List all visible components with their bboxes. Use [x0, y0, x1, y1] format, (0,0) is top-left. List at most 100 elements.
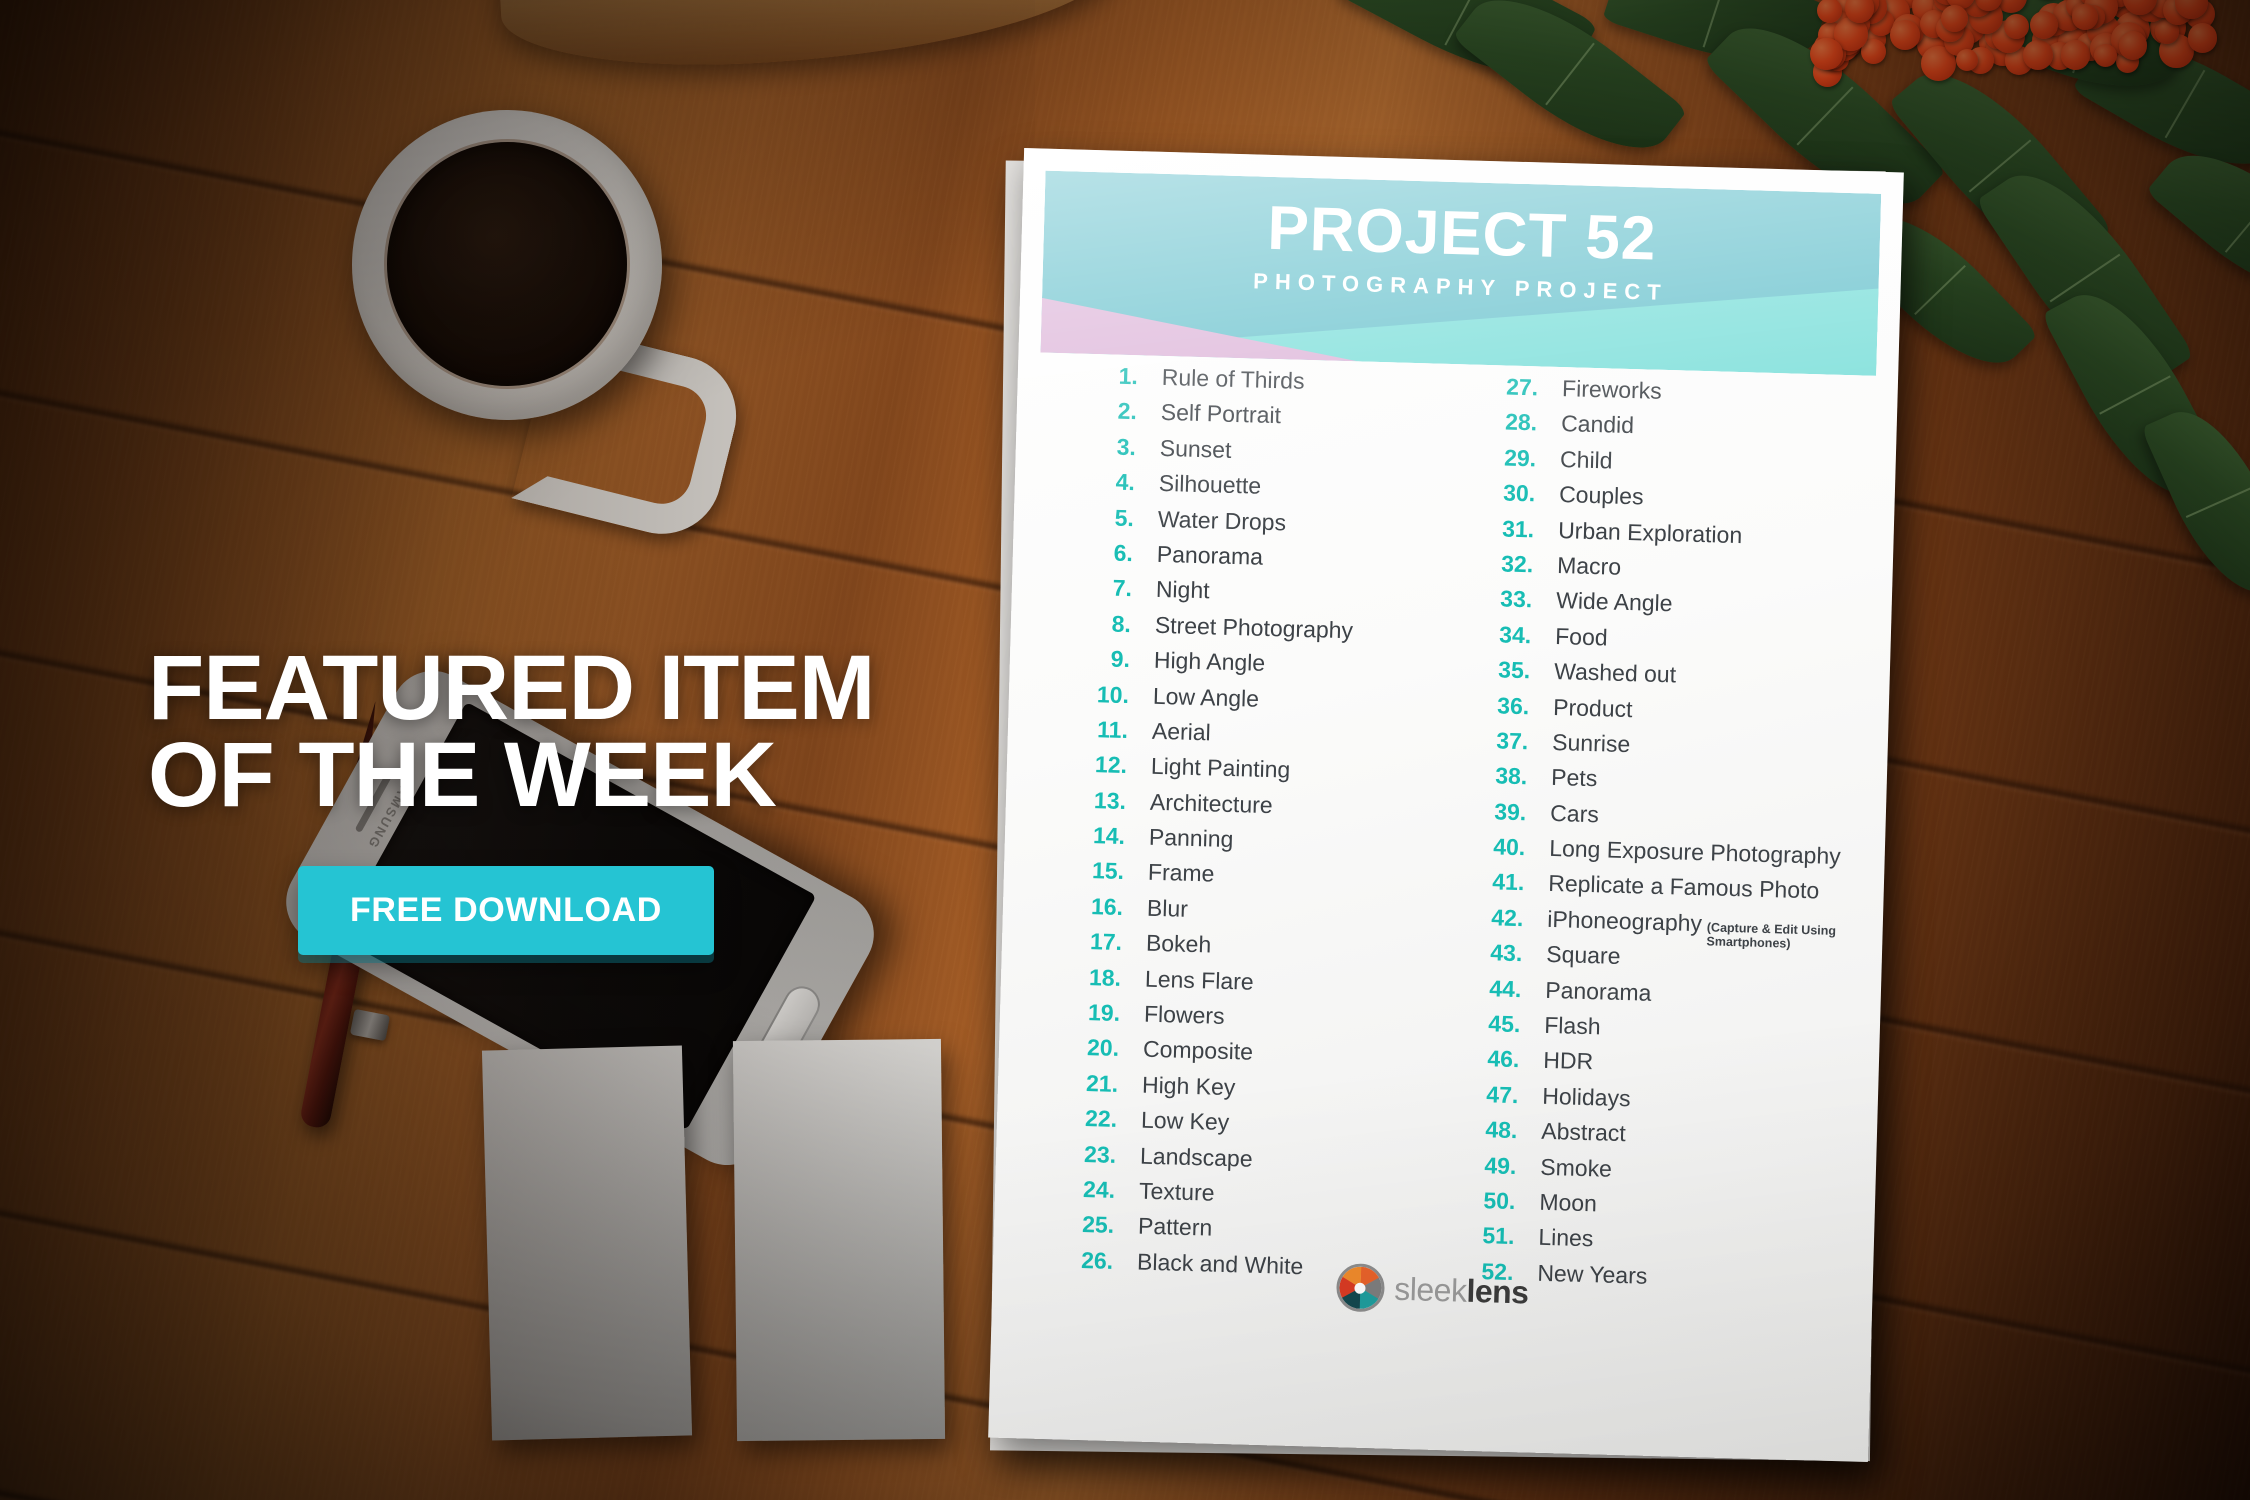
- checklist-label: Texture: [1139, 1178, 1215, 1207]
- checklist-number: 15.: [1062, 857, 1149, 886]
- business-card-right: [733, 1039, 945, 1441]
- checklist-number: 39.: [1464, 797, 1551, 826]
- checklist-label: Lines: [1538, 1224, 1594, 1253]
- checklist-label: Bokeh: [1146, 930, 1212, 959]
- checklist-number: 46.: [1457, 1045, 1544, 1074]
- checklist-number: 35.: [1468, 656, 1555, 685]
- checklist-label: Pattern: [1138, 1213, 1213, 1242]
- berry: [2061, 40, 2090, 69]
- checklist-label: Panorama: [1545, 976, 1652, 1006]
- checklist-label: Candid: [1561, 410, 1635, 439]
- checklist-number: 24.: [1053, 1175, 1140, 1204]
- checklist-number: 7.: [1070, 574, 1157, 603]
- logo-text-sleek: sleek: [1394, 1270, 1467, 1308]
- checklist-label: Panning: [1149, 824, 1234, 853]
- checklist-label: Aerial: [1152, 718, 1212, 747]
- checklist-label: Cars: [1550, 800, 1599, 828]
- checklist-number: 3.: [1074, 432, 1161, 461]
- checklist-label: Rule of Thirds: [1161, 364, 1304, 395]
- checklist-number: 23.: [1054, 1140, 1141, 1169]
- checklist-number: 31.: [1472, 514, 1559, 543]
- checklist-number: 50.: [1453, 1186, 1540, 1215]
- checklist-label: Flash: [1544, 1012, 1601, 1041]
- checklist-number: 44.: [1459, 974, 1546, 1003]
- checklist-number: 21.: [1056, 1069, 1143, 1098]
- checklist-number: 43.: [1460, 939, 1547, 968]
- checklist-number: 47.: [1456, 1080, 1543, 1109]
- checklist-label: Sunset: [1159, 435, 1231, 464]
- project-52-printable: PROJECT 52 PHOTOGRAPHY PROJECT 1. Rule of…: [988, 148, 1904, 1462]
- headline-line-1: FEATURED ITEM: [148, 645, 874, 732]
- berry: [2188, 23, 2218, 53]
- checklist-area: 1. Rule of Thirds 2. Self Portrait 3. Sunset 4…: [993, 360, 1898, 1304]
- checklist-label: HDR: [1543, 1047, 1594, 1075]
- checklist-number: 42.: [1461, 903, 1548, 932]
- berry: [1941, 5, 1968, 32]
- checklist-label: Abstract: [1541, 1118, 1626, 1147]
- checklist-label: Street Photography: [1155, 612, 1354, 645]
- checklist-number: 6.: [1071, 538, 1158, 567]
- checklist-label: Holidays: [1542, 1083, 1631, 1112]
- checklist-number: 40.: [1463, 833, 1550, 862]
- checklist-label: Square: [1546, 941, 1621, 970]
- berry: [2094, 44, 2118, 68]
- checklist-number: 49.: [1454, 1151, 1541, 1180]
- checklist-label: Water Drops: [1157, 505, 1286, 536]
- checklist-label: Architecture: [1150, 788, 1273, 818]
- checklist-label: Smoke: [1540, 1153, 1612, 1182]
- berry: [1890, 20, 1920, 50]
- coffee-liquid: [387, 142, 627, 386]
- berry: [1810, 38, 1843, 71]
- logo-wordmark: sleeklens: [1394, 1270, 1529, 1311]
- coffee-mug: [352, 110, 662, 420]
- checklist-number: 9.: [1068, 645, 1155, 674]
- sheet-header-banner: PROJECT 52 PHOTOGRAPHY PROJECT: [1040, 171, 1881, 376]
- checklist-label: Fireworks: [1562, 375, 1662, 405]
- checklist-label: Macro: [1557, 552, 1622, 581]
- promo-banner-image: SAMSUNG FEATURED ITEM OF THE WEEK FREE D…: [0, 0, 2250, 1500]
- promo-text-block: FEATURED ITEM OF THE WEEK FREE DOWNLOAD: [148, 645, 874, 955]
- checklist-label: Light Painting: [1151, 753, 1291, 784]
- checklist-number: 22.: [1055, 1104, 1142, 1133]
- checklist-number: 13.: [1064, 786, 1151, 815]
- checklist-label: High Key: [1142, 1071, 1236, 1101]
- checklist-number: 28.: [1475, 408, 1562, 437]
- checklist-label: Self Portrait: [1160, 399, 1281, 429]
- checklist-label: Panorama: [1157, 541, 1264, 571]
- checklist-number: 10.: [1067, 680, 1154, 709]
- checklist-number: 11.: [1066, 715, 1153, 744]
- paper-sheet: PROJECT 52 PHOTOGRAPHY PROJECT 1. Rule of…: [988, 148, 1904, 1462]
- berry-cluster: [2060, 0, 2220, 80]
- checklist-number: 8.: [1069, 609, 1156, 638]
- logo-text-lens: lens: [1466, 1272, 1529, 1310]
- free-download-button[interactable]: FREE DOWNLOAD: [298, 866, 714, 955]
- checklist-label: Food: [1555, 623, 1608, 651]
- checklist-number: 16.: [1061, 892, 1148, 921]
- checklist-number: 29.: [1474, 443, 1561, 472]
- checklist-label-note: (Capture & Edit Using Smartphones): [1701, 920, 1839, 952]
- checklist-column-left: 1. Rule of Thirds 2. Self Portrait 3. Sunset 4…: [1051, 362, 1451, 1292]
- checklist-label: Blur: [1147, 895, 1189, 923]
- checklist-label: Wide Angle: [1556, 587, 1673, 617]
- checklist-number: 4.: [1073, 468, 1160, 497]
- checklist-number: 2.: [1074, 397, 1161, 426]
- checklist-label: Sunrise: [1552, 729, 1631, 758]
- checklist-number: 1.: [1075, 362, 1162, 391]
- checklist-label: Landscape: [1140, 1142, 1253, 1172]
- checklist-column-right: 27. Fireworks 28. Candid 29. Child 30. Couples 3…: [1451, 373, 1854, 1303]
- checklist-number: 25.: [1052, 1211, 1139, 1240]
- checklist-label: Flowers: [1144, 1001, 1225, 1030]
- checklist-number: 18.: [1059, 963, 1146, 992]
- checklist-number: 17.: [1060, 928, 1147, 957]
- checklist-label: Washed out: [1554, 658, 1677, 688]
- checklist-number: 20.: [1057, 1034, 1144, 1063]
- checklist-number: 19.: [1058, 998, 1145, 1027]
- berry: [2004, 14, 2029, 39]
- checklist-label: Couples: [1559, 481, 1644, 510]
- checklist-label: Frame: [1148, 859, 1215, 888]
- checklist-label: Night: [1156, 576, 1210, 604]
- berry: [2119, 31, 2147, 59]
- checklist-number: 45.: [1458, 1009, 1545, 1038]
- berry: [2023, 40, 2053, 70]
- checklist-number: 14.: [1063, 821, 1150, 850]
